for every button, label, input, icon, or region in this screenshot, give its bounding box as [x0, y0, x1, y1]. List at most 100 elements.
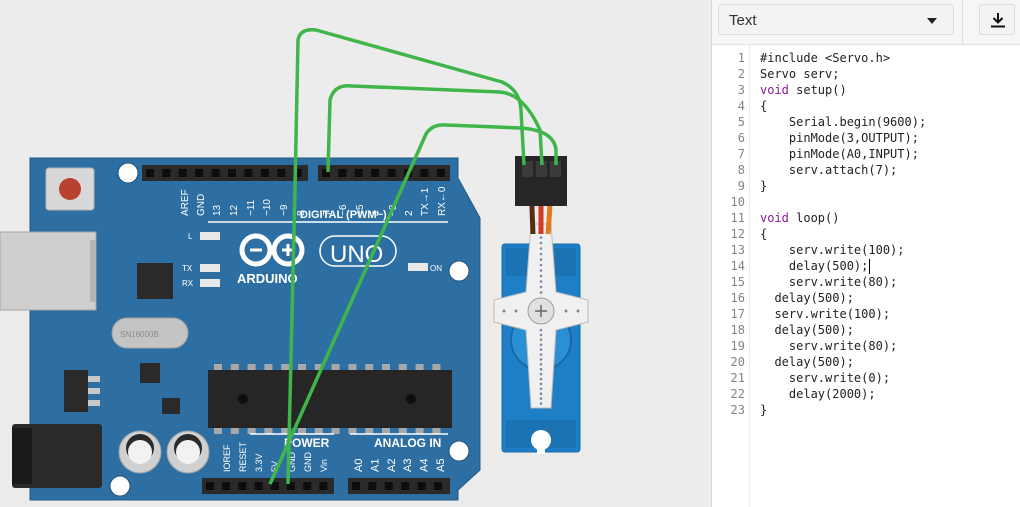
- code-line[interactable]: delay(500);: [760, 258, 868, 274]
- code-line[interactable]: serv.write(80);: [760, 338, 897, 354]
- digital-pin-label: 2: [404, 210, 415, 216]
- usb-chip: [137, 263, 173, 299]
- servo-motor[interactable]: [493, 223, 589, 454]
- code-line[interactable]: serv.attach(7);: [760, 162, 897, 178]
- header-pin-hole[interactable]: [417, 482, 426, 490]
- code-line[interactable]: serv.write(80);: [760, 274, 897, 290]
- chevron-down-icon: [927, 18, 937, 24]
- power-analog-header-pins[interactable]: [206, 482, 442, 490]
- header-pin-hole[interactable]: [352, 482, 360, 490]
- digital-pin-label: RX←0: [437, 186, 448, 216]
- regulator-chip: [162, 398, 180, 414]
- code-line[interactable]: Servo serv;: [760, 66, 839, 82]
- header-pin-hole[interactable]: [436, 169, 445, 177]
- digital-pin-label: TX→1: [420, 187, 431, 216]
- text-cursor: [869, 259, 871, 274]
- brand-label: ARDUINO: [237, 271, 298, 286]
- l-led-label: L: [188, 232, 193, 241]
- header-pin-hole[interactable]: [303, 482, 312, 490]
- crystal-label: SN16000B: [120, 330, 159, 339]
- on-led-label: ON: [430, 264, 442, 273]
- line-number: 9: [737, 179, 745, 193]
- line-number: 21: [730, 371, 745, 385]
- header-pin-hole[interactable]: [319, 482, 328, 490]
- code-line[interactable]: serv.write(100);: [760, 242, 905, 258]
- header-pin-hole[interactable]: [244, 169, 253, 177]
- header-pin-hole[interactable]: [162, 169, 171, 177]
- header-pin-hole[interactable]: [354, 169, 363, 177]
- header-pin-hole[interactable]: [371, 169, 380, 177]
- voltage-regulator: [64, 370, 88, 412]
- code-line[interactable]: delay(500);: [760, 322, 853, 338]
- header-pin-hole[interactable]: [401, 482, 410, 490]
- header-pin-hole[interactable]: [277, 169, 286, 177]
- mounting-hole: [448, 260, 470, 282]
- header-pin-hole[interactable]: [206, 482, 214, 490]
- rx-led-label: RX: [182, 279, 194, 288]
- code-line[interactable]: pinMode(A0,INPUT);: [760, 146, 919, 162]
- code-line[interactable]: void setup(): [760, 82, 847, 98]
- header-pin-hole[interactable]: [434, 482, 442, 490]
- code-line[interactable]: serv.write(0);: [760, 370, 890, 386]
- rx-led: [200, 279, 220, 287]
- analog-pin-label: A2: [386, 459, 398, 472]
- code-toolbar: Text: [712, 0, 1020, 45]
- code-line[interactable]: }: [760, 178, 767, 194]
- code-line[interactable]: {: [760, 226, 767, 242]
- header-pin-hole[interactable]: [211, 169, 220, 177]
- header-pin-hole[interactable]: [222, 482, 231, 490]
- header-pin-hole[interactable]: [195, 169, 204, 177]
- code-line[interactable]: delay(500);: [760, 354, 853, 370]
- mounting-hole: [117, 162, 139, 184]
- circuit-canvas[interactable]: DIGITAL (PWM~) AREF GND 13 12 ~11 ~10 ~9 8 7 ~6 ~5…: [0, 0, 712, 507]
- usb-port-edge: [90, 240, 96, 302]
- line-number: 12: [730, 227, 745, 241]
- header-pin-hole[interactable]: [420, 169, 429, 177]
- header-pin-hole[interactable]: [146, 169, 154, 177]
- code-editor[interactable]: 1 2 3 4 5 6 7 8 9 10 11 12 13 14 15 16 17 18 19 20 21 22 23 #i…: [712, 45, 1020, 507]
- digital-pin-label: ~10: [262, 199, 273, 216]
- code-panel: Text 1 2 3 4 5 6 7 8 9 10 11 12 13 14 15 16 17 18 19 20 21 22…: [712, 0, 1020, 507]
- code-line[interactable]: Serial.begin(9600);: [760, 114, 926, 130]
- header-pin-hole[interactable]: [228, 169, 236, 177]
- digital-pin-label: ~11: [246, 199, 257, 216]
- line-number: 22: [730, 387, 745, 401]
- power-pin-label: GND: [303, 452, 313, 473]
- code-line[interactable]: delay(2000);: [760, 386, 876, 402]
- line-number: 5: [737, 115, 745, 129]
- analog-pin-label: A4: [419, 459, 431, 472]
- code-line[interactable]: delay(500);: [760, 290, 853, 306]
- code-line[interactable]: #include <Servo.h>: [760, 50, 890, 66]
- header-pin-hole[interactable]: [384, 482, 393, 490]
- tx-led: [200, 264, 220, 272]
- digital-pin-label: 7: [322, 210, 333, 216]
- code-line[interactable]: }: [760, 402, 767, 418]
- code-mode-select[interactable]: Text: [718, 4, 954, 35]
- digital-pin-label: 12: [229, 204, 240, 216]
- header-pin-hole[interactable]: [178, 169, 187, 177]
- power-jack-front: [12, 428, 32, 484]
- digital-pin-label: ~5: [355, 204, 366, 216]
- header-pin-hole[interactable]: [254, 482, 263, 490]
- power-pin-label: IOREF: [222, 444, 232, 472]
- line-number: 11: [730, 211, 745, 225]
- header-pin-hole[interactable]: [260, 169, 269, 177]
- line-number: 19: [730, 339, 745, 353]
- header-pin-hole[interactable]: [238, 482, 247, 490]
- download-code-button[interactable]: [979, 4, 1015, 35]
- mounting-hole: [109, 475, 131, 497]
- header-pin-hole[interactable]: [368, 482, 377, 490]
- code-line[interactable]: void loop(): [760, 210, 839, 226]
- reset-button-cap[interactable]: [59, 178, 81, 200]
- code-line[interactable]: pinMode(3,OUTPUT);: [760, 130, 919, 146]
- code-line[interactable]: {: [760, 98, 767, 114]
- header-pin-hole[interactable]: [387, 169, 396, 177]
- line-number: 15: [730, 275, 745, 289]
- usb-port: [0, 231, 97, 311]
- toolbar-separator: [962, 0, 963, 44]
- analog-pin-label: A0: [353, 459, 365, 472]
- analog-pin-label: A5: [435, 459, 447, 472]
- code-line[interactable]: serv.write(100);: [760, 306, 890, 322]
- header-pin-hole[interactable]: [338, 169, 347, 177]
- digital-pin-label: GND: [196, 194, 207, 216]
